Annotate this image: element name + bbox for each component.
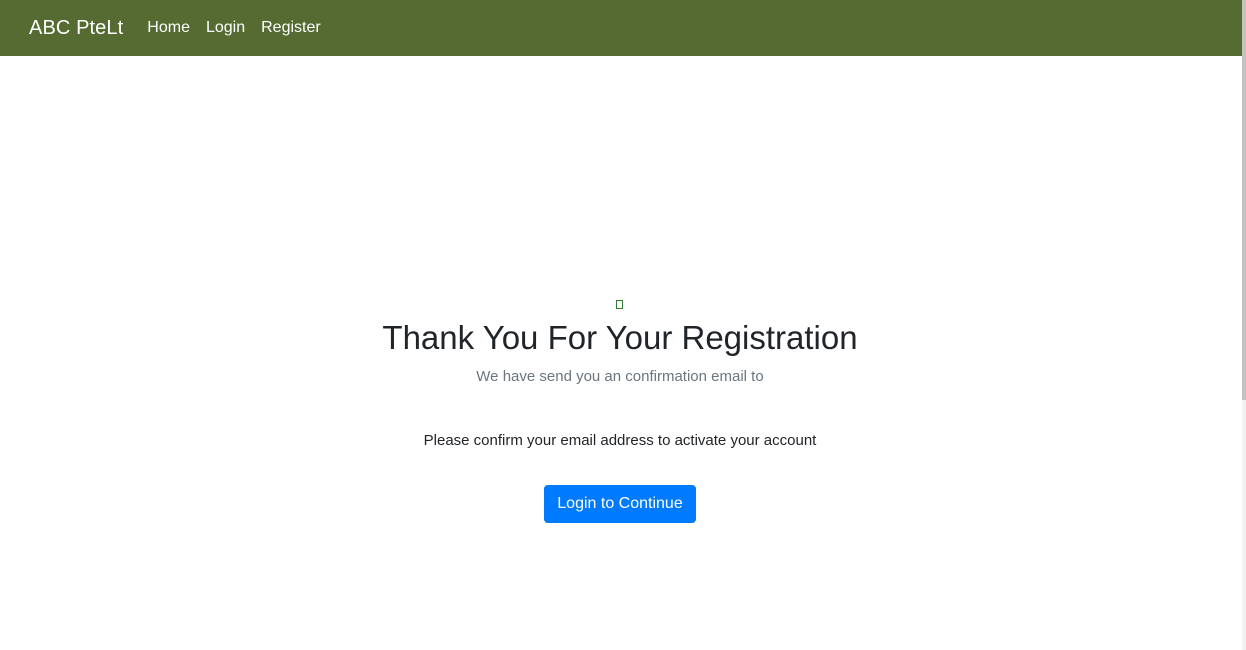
main-content: Thank You For Your Registration We have …	[0, 56, 1242, 650]
nav-home-link[interactable]: Home	[147, 19, 190, 37]
scrollbar-thumb[interactable]	[1242, 0, 1246, 400]
page-title: Thank You For Your Registration	[382, 319, 858, 356]
instruction-text: Please confirm your email address to act…	[423, 432, 817, 449]
nav-links: Home Login Register	[147, 19, 336, 37]
login-to-continue-button[interactable]: Login to Continue	[544, 485, 696, 523]
brand-link[interactable]: ABC PteLt	[29, 17, 123, 40]
top-navbar: ABC PteLt Home Login Register	[0, 0, 1242, 56]
check-icon	[616, 300, 623, 309]
nav-register-link[interactable]: Register	[261, 19, 321, 37]
nav-login-link[interactable]: Login	[206, 19, 245, 37]
confirmation-subtitle: We have send you an confirmation email t…	[476, 368, 764, 385]
vertical-scrollbar[interactable]	[1242, 0, 1246, 650]
